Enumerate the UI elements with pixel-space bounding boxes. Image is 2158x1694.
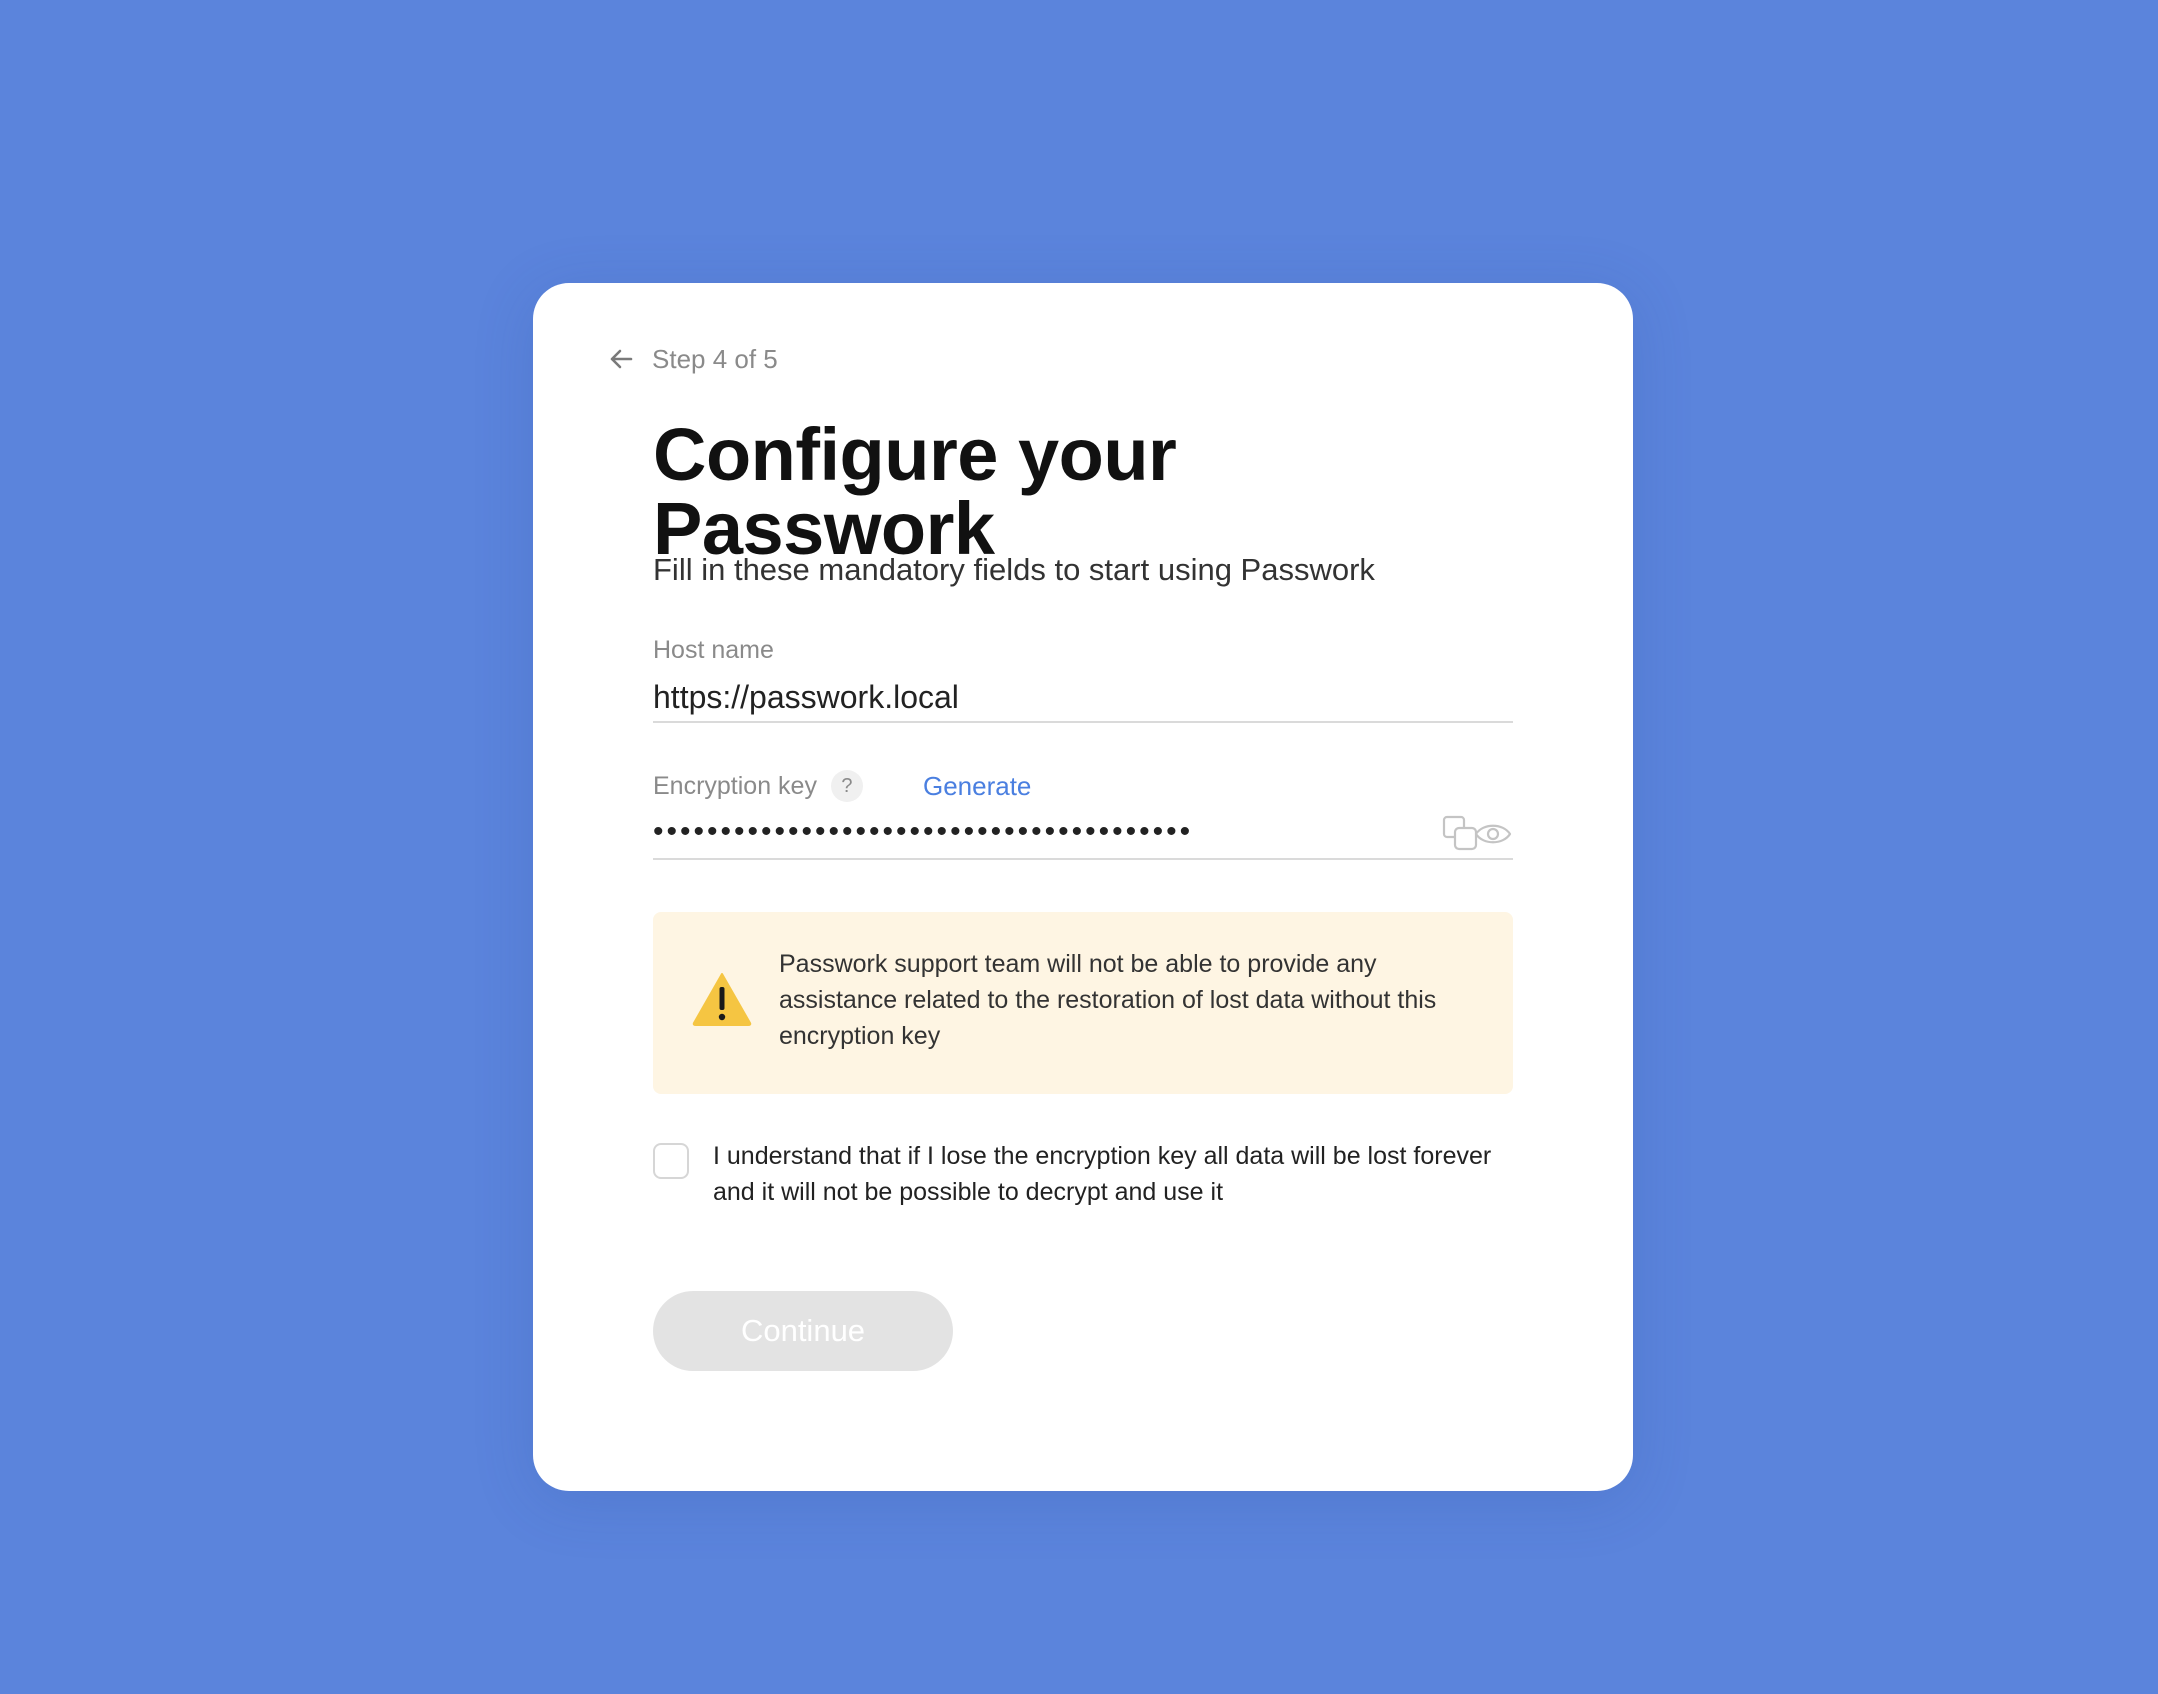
back-button[interactable]: Step 4 of 5 xyxy=(605,343,778,375)
encryption-key-field: •••••••••••••••••••••••••••••••••••••••• xyxy=(653,806,1513,860)
acknowledge-label[interactable]: I understand that if I lose the encrypti… xyxy=(713,1138,1503,1210)
help-icon[interactable]: ? xyxy=(830,770,863,802)
setup-card: Step 4 of 5 Configure your Passwork Fill… xyxy=(533,283,1633,1491)
continue-button[interactable]: Continue xyxy=(653,1291,953,1371)
arrow-left-icon xyxy=(610,349,633,369)
acknowledge-checkbox[interactable] xyxy=(653,1143,689,1179)
encryption-key-input[interactable]: •••••••••••••••••••••••••••••••••••••••• xyxy=(653,806,1403,858)
warning-text: Passwork support team will not be able t… xyxy=(779,950,1437,1050)
host-name-input[interactable] xyxy=(653,673,1513,723)
step-indicator: Step 4 of 5 xyxy=(652,343,778,374)
encryption-key-label: Encryption key xyxy=(653,771,817,800)
warning-icon xyxy=(692,973,752,1026)
page-subtitle: Fill in these mandatory fields to start … xyxy=(653,552,1375,587)
generate-link[interactable]: Generate xyxy=(923,771,1031,802)
encryption-key-label-row: Encryption key ? Generate xyxy=(653,770,1031,802)
setup-form: Configure your Passwork Fill in these ma… xyxy=(653,413,1513,1371)
warning-banner: Passwork support team will not be able t… xyxy=(653,912,1513,1094)
host-name-label: Host name xyxy=(653,636,774,664)
page-title: Configure your Passwork xyxy=(653,413,1177,570)
eye-icon[interactable] xyxy=(1473,816,1513,852)
